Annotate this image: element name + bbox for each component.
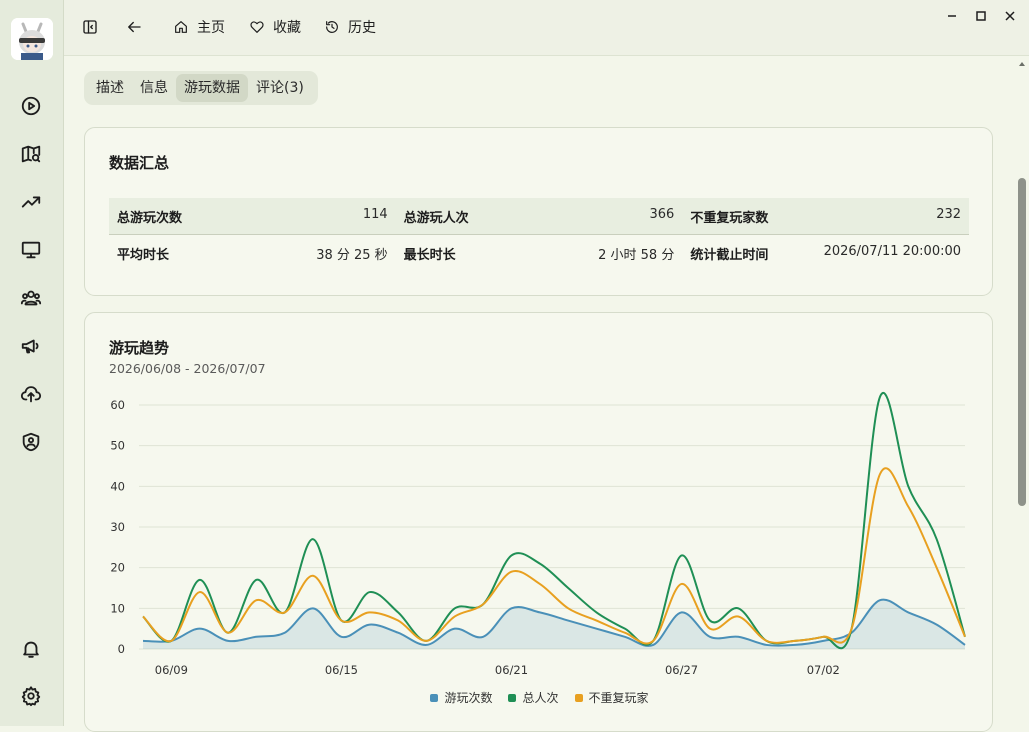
nav-favorites[interactable]: 收藏: [249, 16, 301, 38]
stat-value: 38 分 25 秒: [316, 247, 388, 263]
maximize-icon: [976, 11, 986, 21]
legend-swatch: [574, 693, 583, 702]
stat-longest-duration: 最长时长 2 小时 58 分: [396, 244, 683, 263]
sidebar-item-announcements[interactable]: [16, 331, 46, 361]
close-button[interactable]: [998, 6, 1022, 26]
back-button[interactable]: [123, 16, 145, 38]
user-avatar[interactable]: [11, 18, 53, 60]
chart-legend: 游玩次数 总人次 不重复玩家: [85, 689, 994, 706]
sidebar-item-upload[interactable]: [16, 379, 46, 409]
titlebar: 主页 收藏 历史: [64, 0, 1029, 56]
x-tick-label: 07/02: [807, 663, 840, 677]
sidebar-item-map[interactable]: [16, 139, 46, 169]
x-tick-label: 06/21: [495, 663, 528, 677]
legend-label: 总人次: [522, 691, 559, 705]
stat-label: 平均时长: [117, 247, 170, 263]
scroll-up-arrow-icon[interactable]: [1018, 60, 1026, 68]
close-icon: [1005, 11, 1015, 21]
stat-unique-players: 不重复玩家数 232: [682, 207, 969, 226]
stat-value: 232: [936, 206, 962, 222]
monitor-icon: [21, 241, 41, 259]
sidebar-item-account-security[interactable]: [16, 427, 46, 457]
legend-swatch: [508, 693, 517, 702]
stat-value: 2 小时 58 分: [598, 247, 675, 263]
cloud-upload-icon: [20, 386, 42, 403]
nav-home-label: 主页: [197, 20, 225, 36]
toggle-sidebar-button[interactable]: [79, 16, 101, 38]
stat-label: 总游玩人次: [403, 210, 469, 226]
shield-user-icon: [22, 432, 40, 452]
y-tick-label: 60: [110, 398, 125, 412]
bell-icon: [23, 641, 39, 658]
maximize-button[interactable]: [969, 6, 993, 26]
stat-cutoff-time: 统计截止时间 2026/07/11 20:00:00: [682, 244, 969, 263]
stat-label: 最长时长: [403, 247, 456, 263]
home-icon: [175, 21, 187, 33]
y-tick-label: 30: [110, 520, 125, 534]
stat-total-players: 总游玩人次 366: [396, 207, 683, 226]
megaphone-icon: [21, 339, 39, 354]
minimize-icon: [948, 15, 956, 17]
y-tick-label: 10: [110, 601, 125, 615]
y-tick-label: 50: [110, 439, 125, 453]
stat-value: 114: [362, 206, 388, 222]
summary-table: 总游玩次数 114 总游玩人次 366 不重复玩家数 232 平均时长 38 分…: [109, 198, 969, 271]
nav-home[interactable]: 主页: [173, 16, 225, 38]
stat-label: 不重复玩家数: [690, 210, 769, 226]
sidebar-toggle-icon: [83, 20, 97, 34]
group-icon: [20, 290, 42, 306]
summary-title: 数据汇总: [109, 154, 170, 172]
avatar-image: [11, 18, 53, 60]
x-tick-label: 06/27: [665, 663, 698, 677]
legend-item-unique[interactable]: 不重复玩家: [574, 689, 649, 706]
trend-card: 游玩趋势 2026/06/08 - 2026/07/07 0 10 20 30 40 50…: [84, 312, 993, 732]
stat-value: 366: [649, 206, 675, 222]
heart-icon: [250, 21, 264, 33]
trending-up-icon: [21, 196, 41, 208]
tab-info[interactable]: 信息: [132, 74, 176, 102]
sidebar-item-trending[interactable]: [16, 187, 46, 217]
tab-play-data[interactable]: 游玩数据: [176, 74, 248, 102]
y-tick-label: 20: [110, 561, 125, 575]
sidebar-item-community[interactable]: [16, 283, 46, 313]
nav-history-label: 历史: [348, 20, 376, 36]
legend-label: 游玩次数: [444, 691, 493, 705]
stat-total-plays: 总游玩次数 114: [109, 207, 396, 226]
stat-average-duration: 平均时长 38 分 25 秒: [109, 244, 396, 263]
nav-history[interactable]: 历史: [324, 16, 376, 38]
sidebar-item-settings[interactable]: [16, 681, 46, 711]
summary-row: 总游玩次数 114 总游玩人次 366 不重复玩家数 232: [109, 198, 969, 235]
map-search-icon: [21, 145, 41, 163]
sidebar-item-play[interactable]: [16, 91, 46, 121]
legend-item-total[interactable]: 总人次: [508, 689, 559, 706]
summary-card: 数据汇总 总游玩次数 114 总游玩人次 366 不重复玩家数 232 平均时长…: [84, 127, 993, 296]
legend-item-plays[interactable]: 游玩次数: [430, 689, 492, 706]
gear-icon: [21, 686, 41, 707]
x-tick-label: 06/09: [155, 663, 188, 677]
summary-row: 平均时长 38 分 25 秒 最长时长 2 小时 58 分 统计截止时间 202…: [109, 235, 969, 271]
content-tabs: 描述 信息 游玩数据 评论(3): [84, 71, 318, 105]
legend-swatch: [430, 693, 439, 702]
sidebar: [0, 0, 64, 726]
nav-favorites-label: 收藏: [273, 20, 301, 36]
sidebar-item-monitor[interactable]: [16, 235, 46, 265]
scrollbar-thumb[interactable]: [1018, 178, 1026, 506]
stat-label: 统计截止时间: [690, 247, 769, 263]
arrow-left-icon: [128, 21, 141, 33]
play-circle-icon: [21, 96, 41, 116]
x-tick-label: 06/15: [325, 663, 358, 677]
y-tick-label: 40: [110, 479, 125, 493]
series-total-players-line: [142, 392, 966, 650]
sidebar-item-notifications[interactable]: [16, 634, 46, 664]
tab-description[interactable]: 描述: [88, 74, 132, 102]
legend-label: 不重复玩家: [588, 691, 649, 705]
tab-comments[interactable]: 评论(3): [248, 74, 312, 102]
minimize-button[interactable]: [940, 6, 964, 26]
trend-chart: 0 10 20 30 40 50 60 06/09 06/15 06/21 06/27 07/02: [110, 392, 966, 677]
history-icon: [326, 21, 338, 33]
stat-label: 总游玩次数: [117, 210, 183, 226]
stat-value: 2026/07/11 20:00:00: [823, 243, 962, 259]
y-tick-label: 0: [118, 642, 125, 656]
